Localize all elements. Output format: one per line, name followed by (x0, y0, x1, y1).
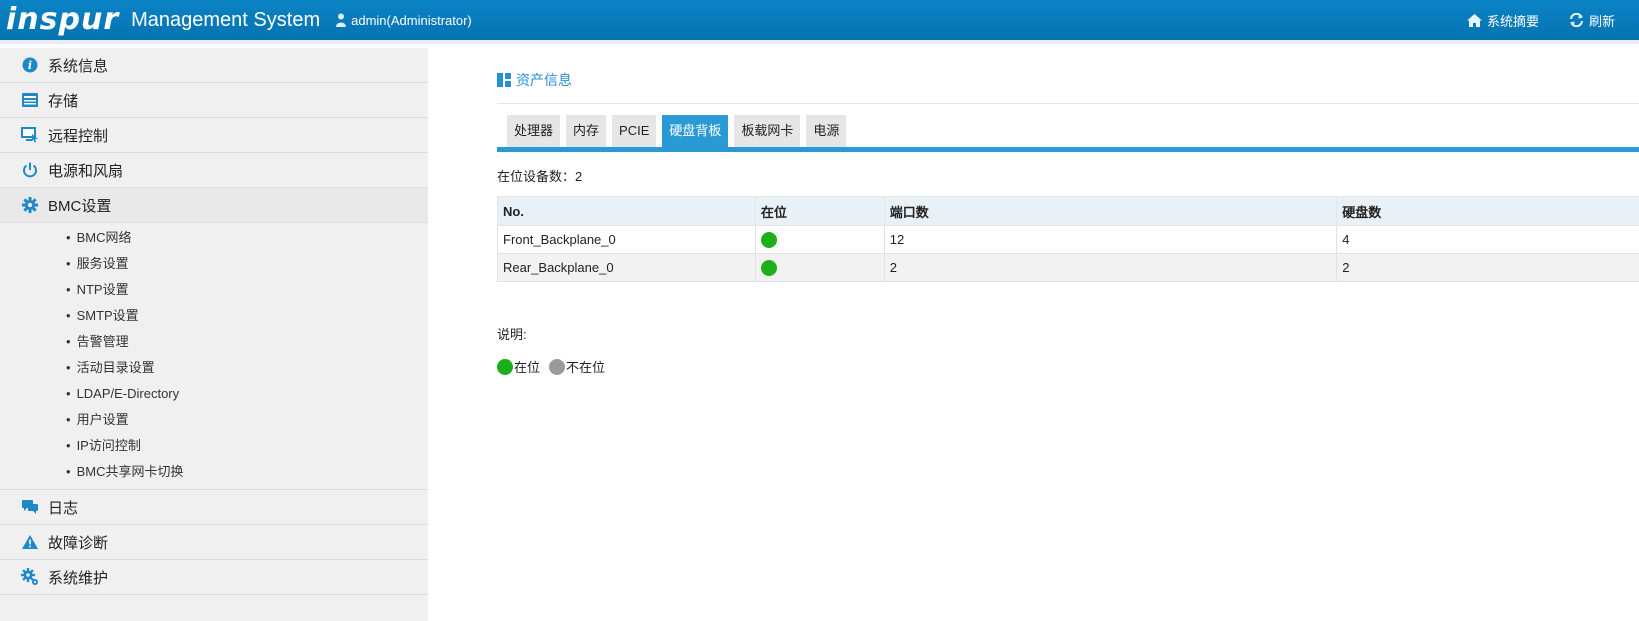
user-name: admin(Administrator) (351, 12, 472, 28)
submenu-item[interactable]: SMTP设置 (0, 303, 428, 329)
device-count-label: 在位设备数： (497, 169, 576, 184)
table-header-row: No. 在位 端口数 硬盘数 (497, 196, 1639, 226)
sidebar-item-maintenance[interactable]: 系统维护 (0, 560, 428, 595)
submenu-item[interactable]: BMC共享网卡切换 (0, 459, 428, 485)
submenu-item[interactable]: IP访问控制 (0, 433, 428, 459)
sidebar-item-diagnostics[interactable]: 故障诊断 (0, 525, 428, 560)
home-icon (1466, 13, 1482, 27)
status-legend: 在位 不在位 (497, 357, 1639, 376)
submenu-item[interactable]: 告警管理 (0, 329, 428, 355)
sidebar-item-label: BMC设置 (48, 197, 112, 215)
legend-title: 说明: (497, 327, 527, 342)
monitor-icon (20, 125, 40, 145)
refresh-button[interactable]: 刷新 (1569, 11, 1615, 30)
sidebar-item-label: 系统维护 (48, 569, 109, 587)
table-row: Rear_Backplane_0 2 2 (497, 253, 1639, 282)
tab-underline (497, 147, 1639, 152)
tab-pcie[interactable]: PCIE (612, 115, 657, 147)
sidebar-item-label: 远程控制 (48, 127, 109, 145)
system-summary-label: 系统摘要 (1486, 13, 1539, 29)
sidebar: i 系统信息 存储 远程控制 电源和风扇 BMC设置 BMC网络 服务设置 NT… (0, 48, 428, 621)
absent-dot-icon (549, 358, 566, 375)
bmc-submenu: BMC网络 服务设置 NTP设置 SMTP设置 告警管理 活动目录设置 LDAP… (0, 223, 428, 490)
sidebar-item-label: 日志 (48, 499, 79, 517)
cell-ports: 2 (883, 253, 1338, 282)
sidebar-item-label: 存储 (48, 92, 79, 110)
chat-icon (20, 497, 40, 517)
dashboard-icon (497, 73, 511, 87)
column-header: No. (497, 196, 756, 226)
column-header: 在位 (754, 196, 885, 226)
sidebar-item-logs[interactable]: 日志 (0, 490, 428, 525)
column-header: 硬盘数 (1336, 196, 1639, 226)
sidebar-item-power-fans[interactable]: 电源和风扇 (0, 153, 428, 188)
refresh-icon (1569, 13, 1583, 27)
asset-tabs: 处理器 内存 PCIE 硬盘背板 板载网卡 电源 (507, 115, 1639, 147)
submenu-item[interactable]: NTP设置 (0, 277, 428, 303)
info-icon: i (20, 55, 40, 75)
submenu-item[interactable]: 用户设置 (0, 407, 428, 433)
present-status-icon (760, 231, 777, 248)
sidebar-item-label: 电源和风扇 (48, 162, 124, 180)
sidebar-item-storage[interactable]: 存储 (0, 83, 428, 118)
column-header: 端口数 (883, 196, 1338, 226)
submenu-item[interactable]: 服务设置 (0, 251, 428, 277)
refresh-label: 刷新 (1588, 13, 1615, 29)
inspur-logo: inspur (6, 2, 120, 37)
submenu-item[interactable]: 活动目录设置 (0, 355, 428, 381)
present-dot-icon (497, 358, 513, 375)
cell-no: Front_Backplane_0 (497, 225, 756, 254)
current-user: admin(Administrator) (336, 13, 472, 28)
cell-present (754, 225, 885, 254)
top-header: inspur Management System admin(Administr… (0, 0, 1639, 40)
tab-memory[interactable]: 内存 (566, 115, 607, 147)
tab-disk-backplane[interactable]: 硬盘背板 (662, 115, 729, 147)
tab-power-supply[interactable]: 电源 (806, 115, 847, 147)
gear-icon (20, 195, 40, 215)
legend-absent: 不在位 (549, 357, 605, 376)
warning-icon (20, 532, 40, 552)
tab-processor[interactable]: 处理器 (507, 115, 561, 147)
cell-ports: 12 (883, 225, 1338, 254)
table-row: Front_Backplane_0 12 4 (497, 225, 1639, 254)
title-divider (497, 103, 1639, 104)
cell-present (754, 253, 885, 282)
storage-icon (20, 90, 40, 110)
cell-no: Rear_Backplane_0 (497, 253, 756, 282)
header-subbar (0, 40, 1639, 44)
submenu-item[interactable]: BMC网络 (0, 225, 428, 251)
legend-present-label: 在位 (514, 360, 541, 375)
legend-present: 在位 (497, 357, 540, 376)
user-icon (336, 13, 347, 27)
sidebar-item-label: 系统信息 (48, 57, 109, 75)
system-summary-button[interactable]: 系统摘要 (1466, 11, 1539, 30)
legend-absent-label: 不在位 (566, 360, 606, 375)
gears-icon (20, 567, 40, 587)
submenu-item[interactable]: LDAP/E-Directory (0, 381, 428, 407)
cell-disks: 4 (1336, 225, 1639, 254)
backplane-table: No. 在位 端口数 硬盘数 Front_Backplane_0 12 4 Re… (497, 196, 1639, 282)
present-status-icon (760, 259, 777, 276)
sidebar-item-label: 故障诊断 (48, 534, 109, 552)
app-title: Management System (131, 9, 321, 31)
device-count: 在位设备数：2 (497, 166, 1639, 185)
sidebar-item-remote-control[interactable]: 远程控制 (0, 118, 428, 153)
sidebar-item-bmc-settings[interactable]: BMC设置 (0, 188, 428, 223)
page-title-text: 资产信息 (516, 72, 572, 88)
main-content: 资产信息 处理器 内存 PCIE 硬盘背板 板载网卡 电源 在位设备数：2 No… (497, 48, 1639, 376)
tab-onboard-nic[interactable]: 板载网卡 (734, 115, 801, 147)
cell-disks: 2 (1336, 253, 1639, 282)
page-title: 资产信息 (497, 65, 1639, 95)
svg-text:i: i (28, 59, 32, 72)
device-count-value: 2 (575, 169, 583, 184)
power-icon (20, 160, 40, 180)
sidebar-item-system-info[interactable]: i 系统信息 (0, 48, 428, 83)
